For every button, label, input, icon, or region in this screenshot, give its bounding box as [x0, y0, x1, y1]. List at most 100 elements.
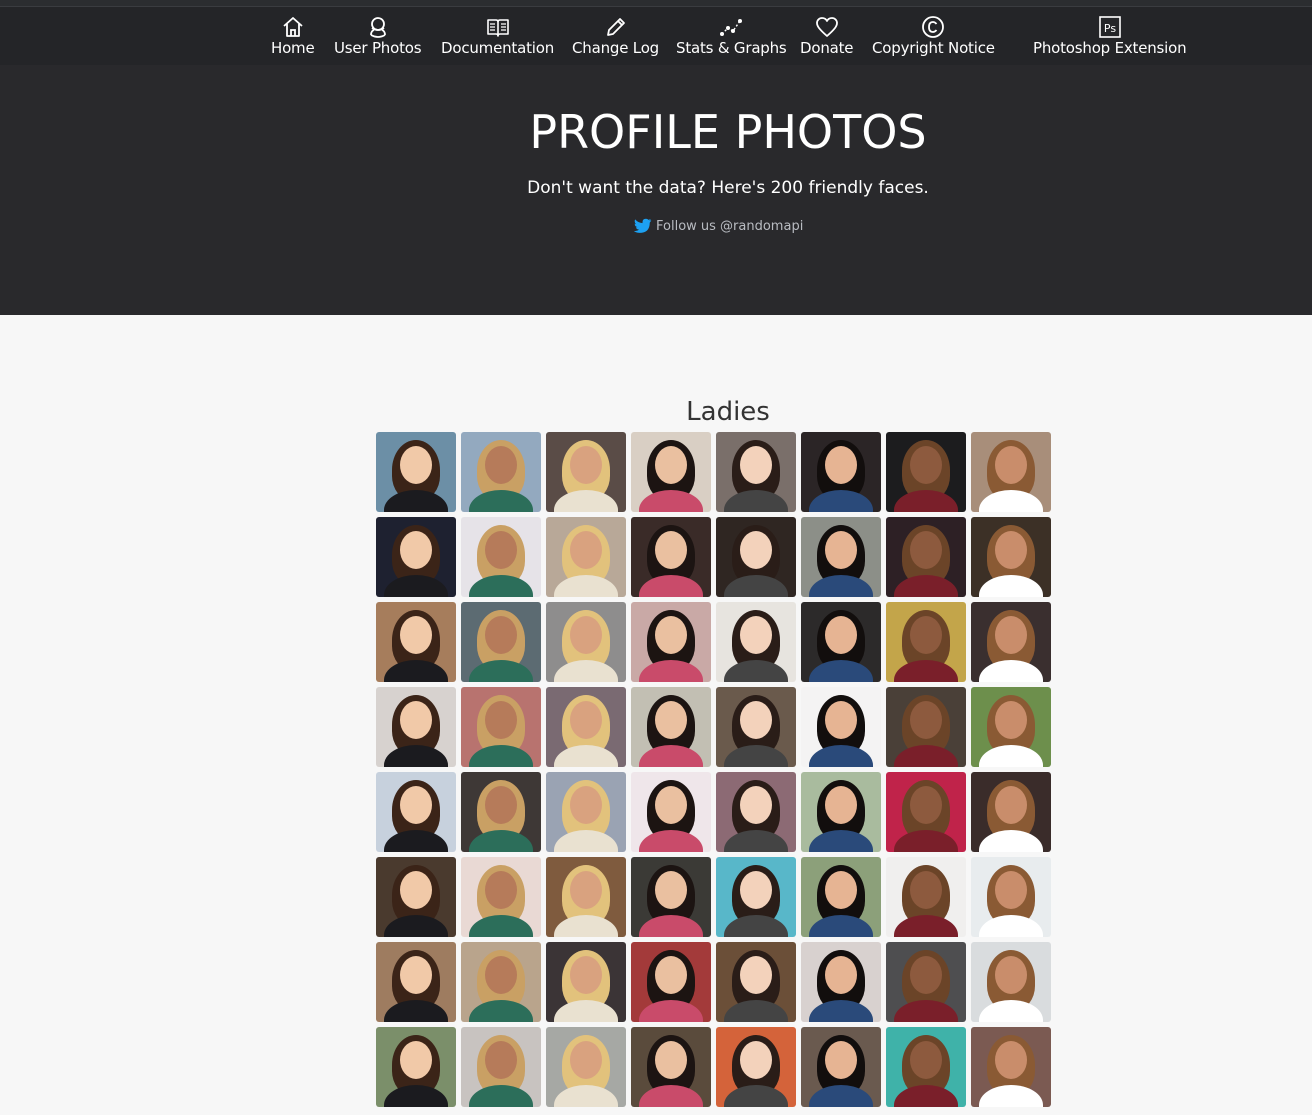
- profile-photo[interactable]: [716, 942, 796, 1022]
- profile-photo[interactable]: [886, 687, 966, 767]
- profile-photo[interactable]: [801, 517, 881, 597]
- nav-change-log-label: Change Log: [572, 39, 659, 57]
- profile-photo[interactable]: [631, 517, 711, 597]
- profile-photo[interactable]: [461, 517, 541, 597]
- profile-photo[interactable]: [971, 857, 1051, 937]
- section-title-ladies: Ladies: [686, 396, 770, 427]
- nav-donate[interactable]: Donate: [800, 15, 854, 57]
- portrait-face: [825, 956, 857, 994]
- profile-photo[interactable]: [631, 432, 711, 512]
- profile-photo[interactable]: [461, 687, 541, 767]
- nav-documentation[interactable]: Documentation: [441, 15, 554, 57]
- profile-photo[interactable]: [716, 687, 796, 767]
- portrait-face: [485, 871, 517, 909]
- profile-photo[interactable]: [716, 772, 796, 852]
- portrait-shoulders: [384, 830, 448, 852]
- profile-photo[interactable]: [461, 432, 541, 512]
- portrait-shoulders: [469, 830, 533, 852]
- nav-home[interactable]: Home: [271, 15, 315, 57]
- profile-photo[interactable]: [971, 432, 1051, 512]
- profile-photo[interactable]: [631, 687, 711, 767]
- profile-photo[interactable]: [631, 602, 711, 682]
- profile-photo[interactable]: [801, 432, 881, 512]
- profile-photo[interactable]: [461, 1027, 541, 1107]
- nav-photoshop-extension[interactable]: Ps Photoshop Extension: [1033, 15, 1187, 57]
- portrait-shoulders: [639, 830, 703, 852]
- profile-photo[interactable]: [461, 772, 541, 852]
- profile-photo[interactable]: [886, 1027, 966, 1107]
- nav-donate-label: Donate: [800, 39, 854, 57]
- portrait-face: [485, 956, 517, 994]
- hero-banner: PROFILE PHOTOS Don't want the data? Here…: [0, 65, 1312, 315]
- profile-photo[interactable]: [971, 517, 1051, 597]
- profile-photo[interactable]: [461, 942, 541, 1022]
- profile-photo[interactable]: [716, 857, 796, 937]
- profile-photo[interactable]: [801, 942, 881, 1022]
- profile-photo[interactable]: [801, 1027, 881, 1107]
- profile-photo[interactable]: [376, 1027, 456, 1107]
- profile-photo[interactable]: [801, 857, 881, 937]
- portrait-shoulders: [384, 1085, 448, 1107]
- profile-photo[interactable]: [631, 1027, 711, 1107]
- profile-photo[interactable]: [461, 602, 541, 682]
- profile-photo[interactable]: [546, 432, 626, 512]
- profile-photo[interactable]: [546, 602, 626, 682]
- profile-photo[interactable]: [886, 602, 966, 682]
- profile-photo[interactable]: [801, 772, 881, 852]
- profile-photo[interactable]: [886, 942, 966, 1022]
- portrait-face: [570, 531, 602, 569]
- profile-photo[interactable]: [546, 857, 626, 937]
- profile-photo[interactable]: [971, 602, 1051, 682]
- profile-photo[interactable]: [801, 602, 881, 682]
- profile-photo[interactable]: [886, 432, 966, 512]
- twitter-follow-link[interactable]: Follow us @randomapi: [634, 218, 803, 234]
- portrait-shoulders: [554, 830, 618, 852]
- profile-photo[interactable]: [376, 772, 456, 852]
- profile-photo[interactable]: [886, 772, 966, 852]
- profile-photo[interactable]: [376, 942, 456, 1022]
- user-icon: [369, 17, 386, 38]
- profile-photo[interactable]: [376, 687, 456, 767]
- nav-change-log[interactable]: Change Log: [572, 15, 659, 57]
- profile-photo[interactable]: [716, 602, 796, 682]
- graph-icon: [720, 19, 743, 36]
- profile-photo[interactable]: [886, 857, 966, 937]
- profile-photo[interactable]: [546, 687, 626, 767]
- profile-photo[interactable]: [971, 1027, 1051, 1107]
- profile-photo[interactable]: [716, 517, 796, 597]
- profile-photo[interactable]: [631, 857, 711, 937]
- nav-copyright-notice[interactable]: Copyright Notice: [872, 15, 995, 57]
- profile-photo[interactable]: [376, 432, 456, 512]
- portrait-face: [910, 531, 942, 569]
- nav-stats-graphs[interactable]: Stats & Graphs: [676, 15, 787, 57]
- profile-photo[interactable]: [971, 772, 1051, 852]
- profile-photo[interactable]: [971, 942, 1051, 1022]
- portrait-face: [485, 446, 517, 484]
- portrait-shoulders: [639, 490, 703, 512]
- portrait-shoulders: [554, 575, 618, 597]
- profile-photo[interactable]: [716, 432, 796, 512]
- profile-photo[interactable]: [631, 942, 711, 1022]
- profile-photo[interactable]: [546, 772, 626, 852]
- portrait-face: [400, 616, 432, 654]
- portrait-face: [400, 446, 432, 484]
- portrait-shoulders: [554, 745, 618, 767]
- profile-photo[interactable]: [461, 857, 541, 937]
- profile-photo[interactable]: [546, 942, 626, 1022]
- profile-photo[interactable]: [546, 517, 626, 597]
- profile-photo[interactable]: [886, 517, 966, 597]
- profile-photo[interactable]: [716, 1027, 796, 1107]
- portrait-shoulders: [724, 745, 788, 767]
- profile-photo[interactable]: [801, 687, 881, 767]
- profile-photo[interactable]: [376, 602, 456, 682]
- nav-user-photos[interactable]: User Photos: [334, 15, 422, 57]
- profile-photo[interactable]: [631, 772, 711, 852]
- profile-photo[interactable]: [971, 687, 1051, 767]
- portrait-shoulders: [554, 660, 618, 682]
- portrait-face: [570, 1041, 602, 1079]
- profile-photo[interactable]: [546, 1027, 626, 1107]
- portrait-shoulders: [384, 490, 448, 512]
- profile-photo[interactable]: [376, 857, 456, 937]
- profile-photo[interactable]: [376, 517, 456, 597]
- page-title: PROFILE PHOTOS: [529, 105, 927, 159]
